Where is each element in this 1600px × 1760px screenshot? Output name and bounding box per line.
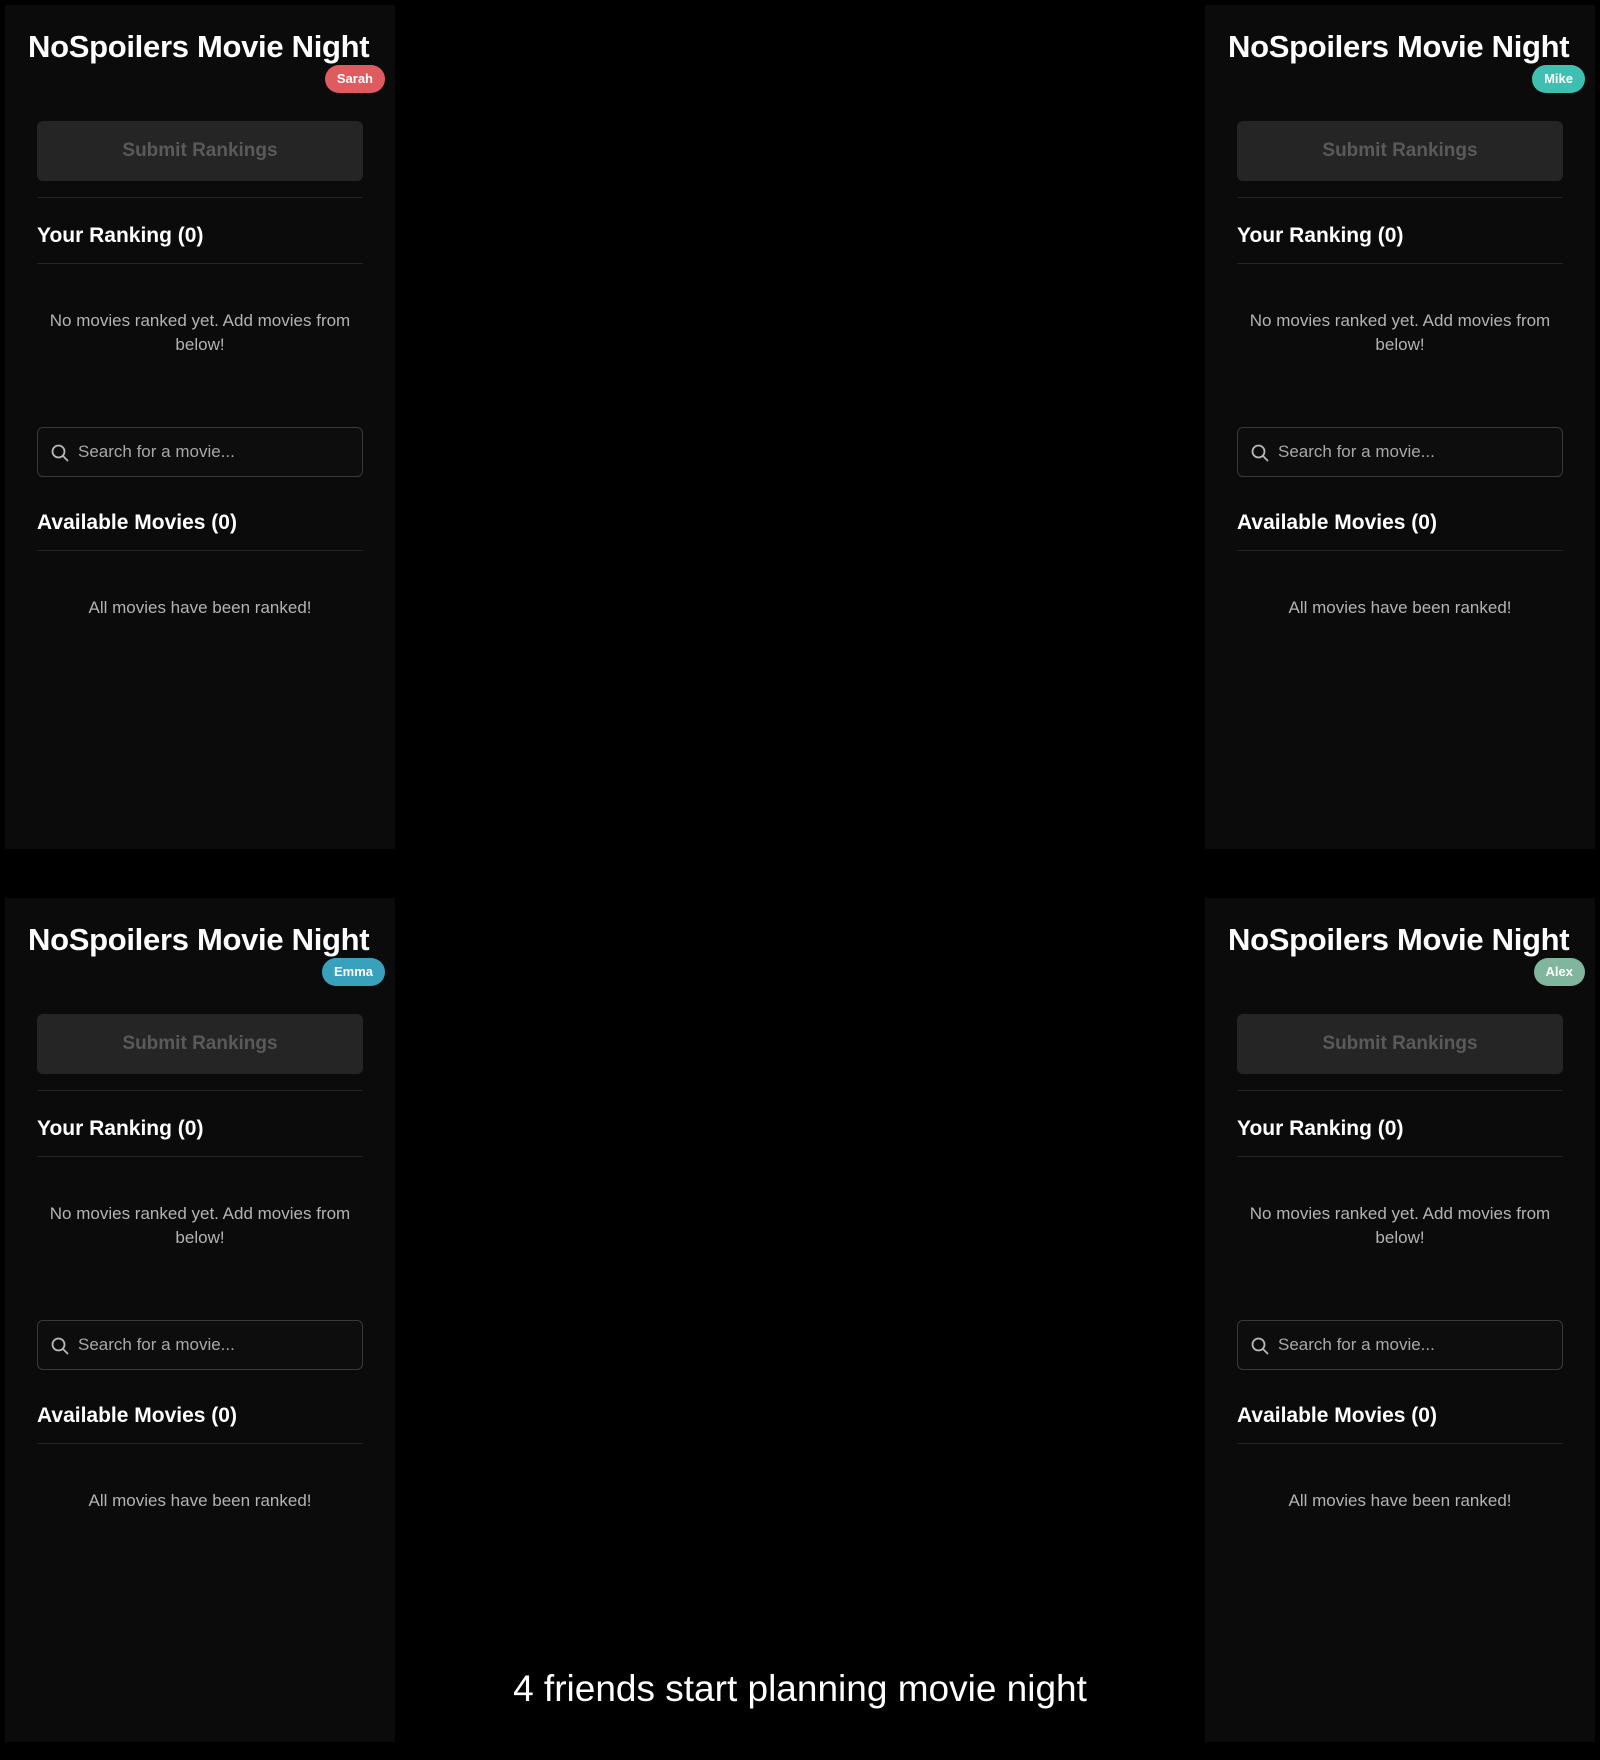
phone-panel-alex: NoSpoilers Movie Night Alex Submit Ranki… [1205,898,1595,1742]
ranking-empty-message: No movies ranked yet. Add movies from be… [1249,1204,1551,1247]
search-input[interactable] [1278,1321,1554,1369]
submit-rankings-button[interactable]: Submit Rankings [1237,1014,1563,1074]
app-title: NoSpoilers Movie Night [28,922,370,957]
available-movies-heading: Available Movies (0) [1237,511,1437,534]
panel-content: Submit Rankings Your Ranking (0) No movi… [1237,1014,1563,1513]
divider [1237,1443,1563,1444]
panel-content: Submit Rankings Your Ranking (0) No movi… [37,1014,363,1513]
divider [1237,1156,1563,1157]
submit-rankings-button[interactable]: Submit Rankings [1237,121,1563,181]
divider [37,263,363,264]
panel-content: Submit Rankings Your Ranking (0) No movi… [1237,121,1563,620]
your-ranking-heading: Your Ranking (0) [1237,1117,1404,1140]
available-empty-message: All movies have been ranked! [88,1491,312,1510]
ranking-empty-message: No movies ranked yet. Add movies from be… [49,311,351,354]
search-input[interactable] [78,428,354,476]
ranking-empty-message: No movies ranked yet. Add movies from be… [49,1204,351,1247]
video-caption: 4 friends start planning movie night [513,1668,1087,1709]
app-title: NoSpoilers Movie Night [28,29,370,64]
app-header: NoSpoilers Movie Night Alex [1205,898,1595,999]
ranking-empty-message: No movies ranked yet. Add movies from be… [1249,311,1551,354]
search-input[interactable] [78,1321,354,1369]
user-badge: Emma [321,958,385,986]
divider [37,1156,363,1157]
user-badge: Sarah [324,65,385,93]
stage: NoSpoilers Movie Night Sarah Submit Rank… [0,0,1600,1760]
phone-panel-mike: NoSpoilers Movie Night Mike Submit Ranki… [1205,5,1595,849]
divider [1237,550,1563,551]
phone-panel-sarah: NoSpoilers Movie Night Sarah Submit Rank… [5,5,395,849]
available-movies-heading: Available Movies (0) [1237,1404,1437,1427]
search-icon [1251,444,1269,462]
available-movies-heading: Available Movies (0) [37,1404,237,1427]
submit-rankings-button[interactable]: Submit Rankings [37,121,363,181]
your-ranking-heading: Your Ranking (0) [37,1117,204,1140]
available-empty-message: All movies have been ranked! [88,598,312,617]
app-header: NoSpoilers Movie Night Mike [1205,5,1595,106]
divider [1237,263,1563,264]
panel-content: Submit Rankings Your Ranking (0) No movi… [37,121,363,620]
divider [37,550,363,551]
user-badge: Mike [1532,65,1585,93]
search-input[interactable] [1278,428,1554,476]
search-icon [1251,1337,1269,1355]
search-box[interactable] [1237,427,1563,477]
search-box[interactable] [1237,1320,1563,1370]
available-empty-message: All movies have been ranked! [1288,598,1512,617]
available-movies-heading: Available Movies (0) [37,511,237,534]
app-title: NoSpoilers Movie Night [1228,922,1570,957]
app-header: NoSpoilers Movie Night Sarah [5,5,395,106]
search-icon [51,1337,69,1355]
your-ranking-heading: Your Ranking (0) [37,224,204,247]
app-title: NoSpoilers Movie Night [1228,29,1570,64]
your-ranking-heading: Your Ranking (0) [1237,224,1404,247]
divider [37,1443,363,1444]
search-icon [51,444,69,462]
phone-panel-emma: NoSpoilers Movie Night Emma Submit Ranki… [5,898,395,1742]
search-box[interactable] [37,427,363,477]
user-badge: Alex [1533,958,1585,986]
submit-rankings-button[interactable]: Submit Rankings [37,1014,363,1074]
app-header: NoSpoilers Movie Night Emma [5,898,395,999]
available-empty-message: All movies have been ranked! [1288,1491,1512,1510]
search-box[interactable] [37,1320,363,1370]
